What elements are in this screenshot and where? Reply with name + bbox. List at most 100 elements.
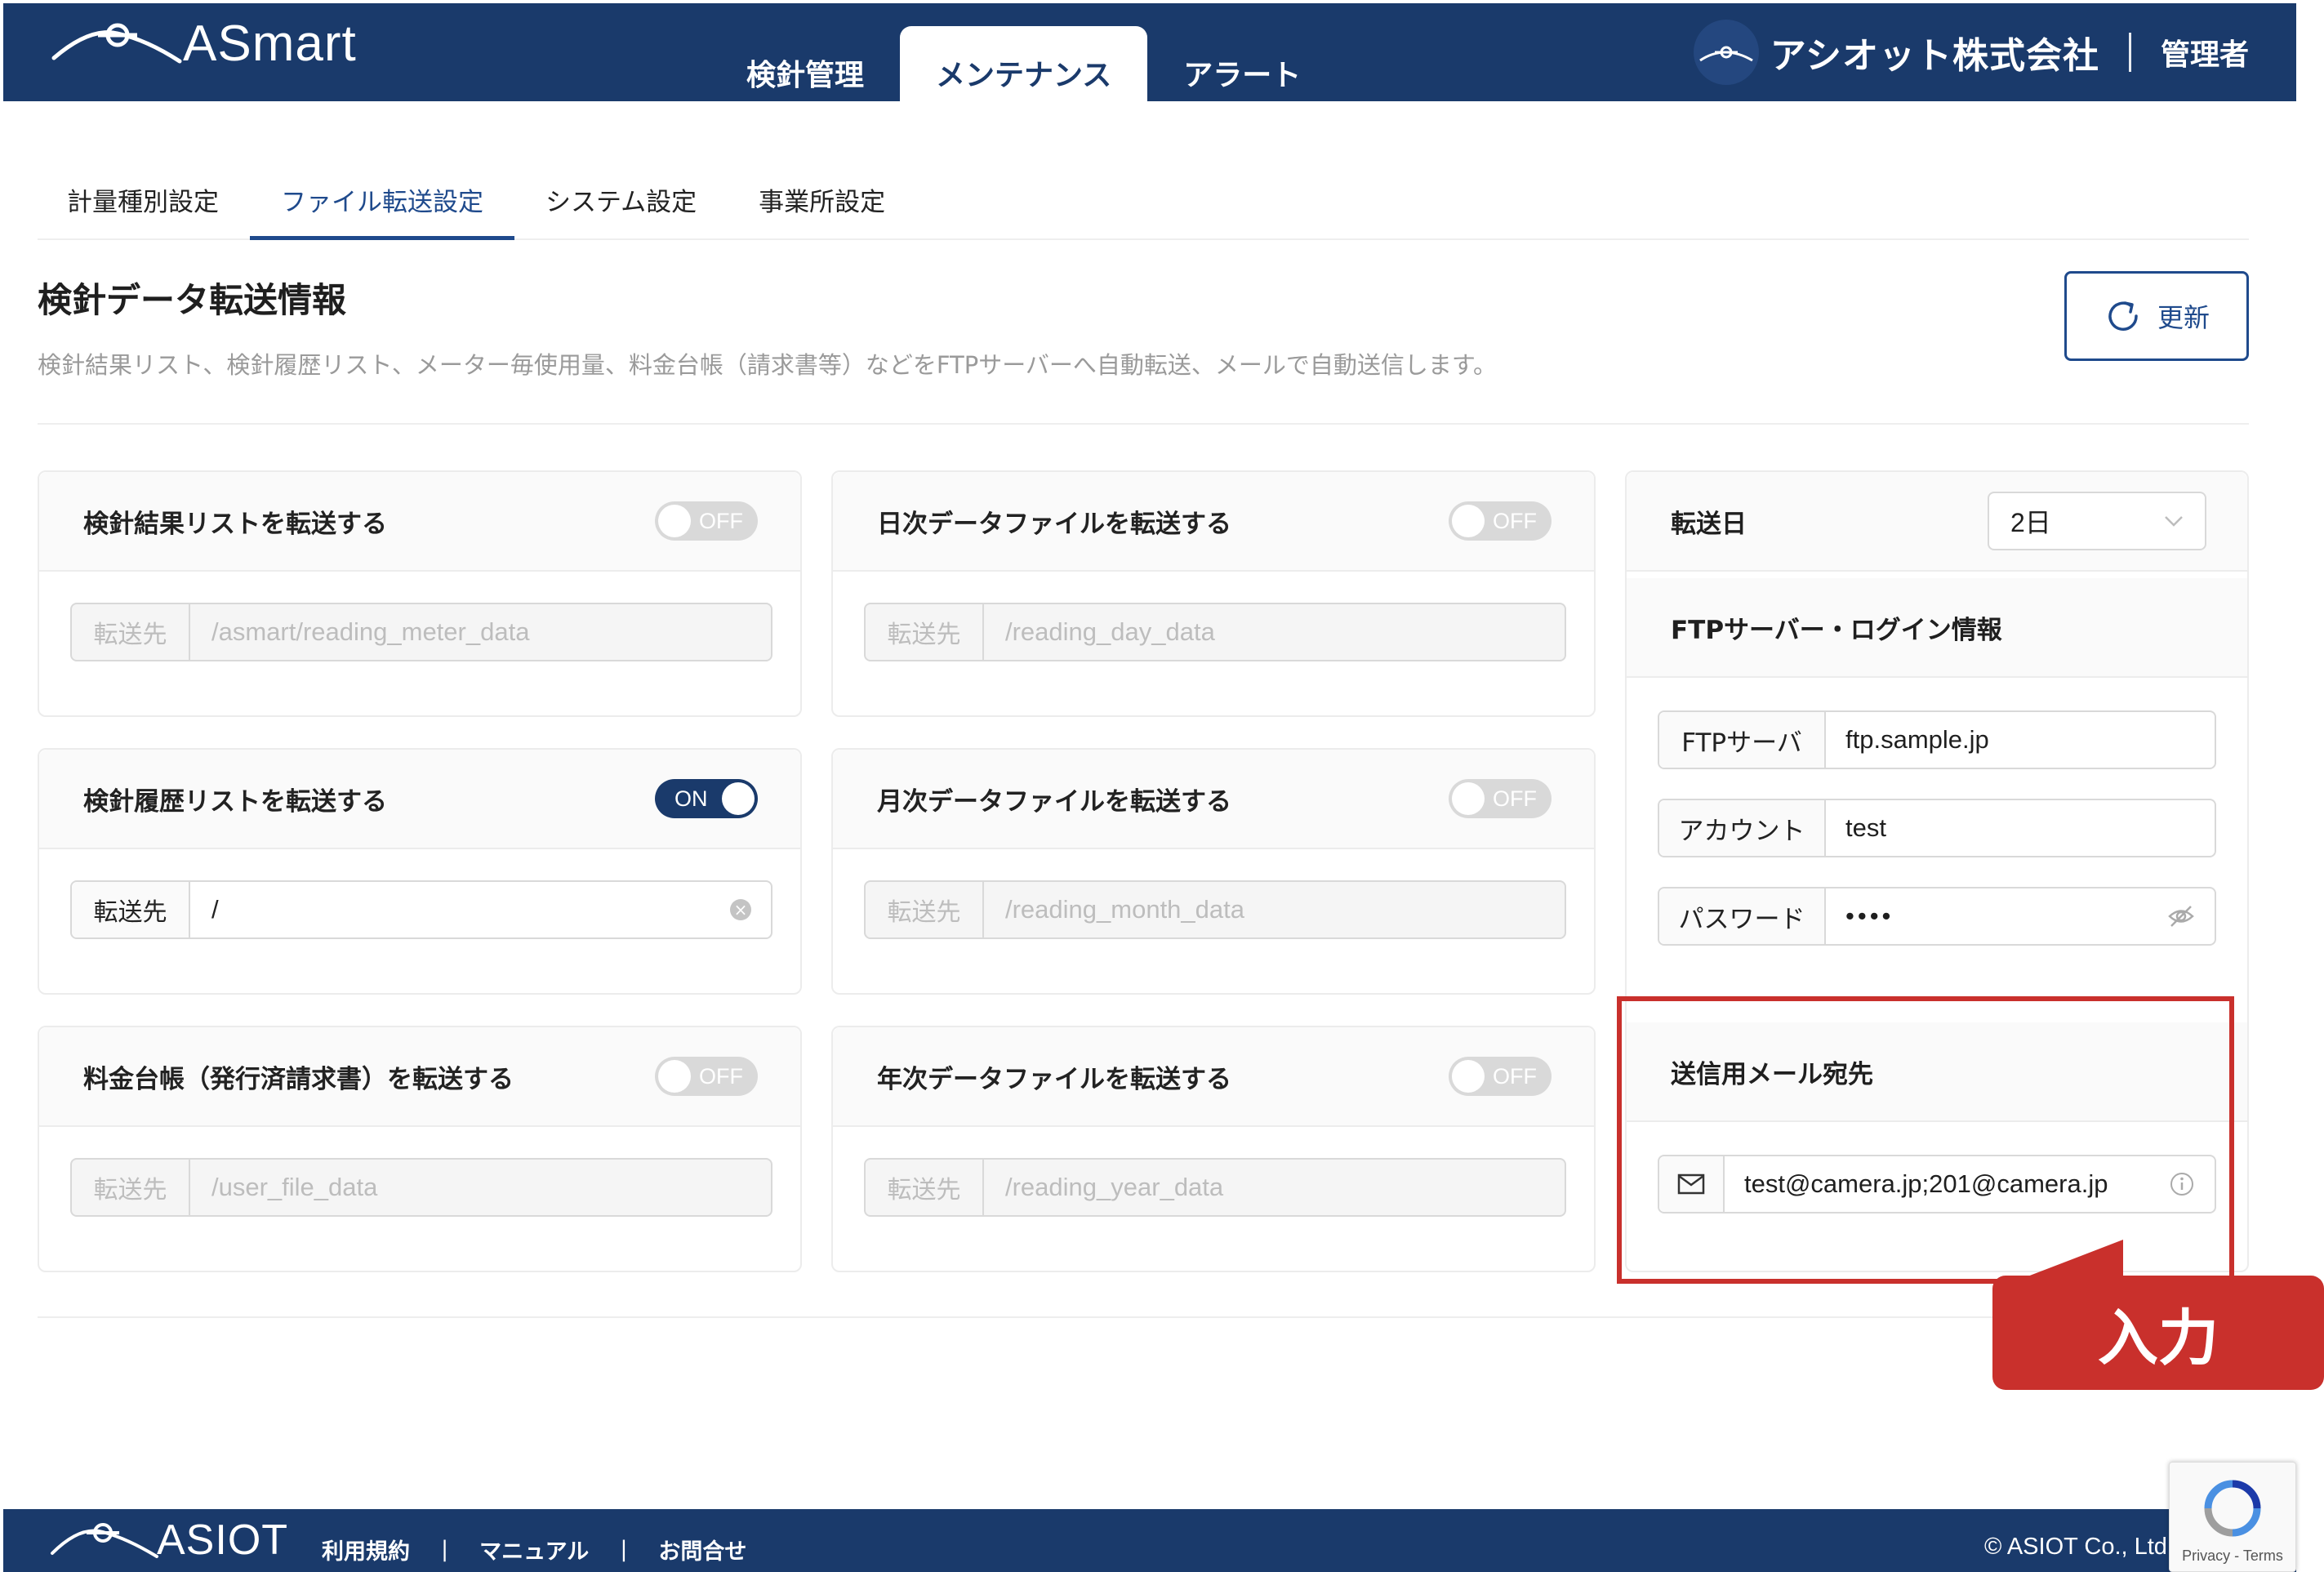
- transfer-toggle[interactable]: OFF: [655, 1057, 758, 1096]
- highlight-box: [1617, 996, 2234, 1284]
- toggle-label: ON: [674, 786, 708, 811]
- nav-tab-reading[interactable]: 検針管理: [710, 26, 900, 101]
- recaptcha-icon: [2204, 1480, 2261, 1537]
- password-field[interactable]: パスワード ••••: [1658, 887, 2216, 946]
- destination-addon: 転送先: [72, 882, 190, 937]
- destination-field[interactable]: 転送先 /reading_year_data: [864, 1158, 1566, 1217]
- card-title: 日次データファイルを転送する: [877, 509, 1231, 539]
- ftp-server-field[interactable]: FTPサーバ ftp.sample.jp: [1658, 710, 2216, 769]
- card-title: 年次データファイルを転送する: [877, 1064, 1231, 1094]
- terms-link[interactable]: 利用規約: [322, 1534, 410, 1565]
- recaptcha-terms[interactable]: Privacy - Terms: [2182, 1548, 2283, 1565]
- app-logo[interactable]: ASmart: [49, 15, 357, 73]
- destination-field[interactable]: 転送先 /asmart/reading_meter_data: [70, 603, 772, 661]
- password-value: ••••: [1845, 902, 1894, 930]
- account-addon: アカウント: [1659, 800, 1826, 856]
- destination-field[interactable]: 転送先 /user_file_data: [70, 1158, 772, 1217]
- destination-field[interactable]: 転送先 /reading_day_data: [864, 603, 1566, 661]
- transfer-toggle[interactable]: OFF: [1449, 779, 1552, 818]
- tab-file-transfer[interactable]: ファイル転送設定: [250, 162, 514, 240]
- header-divider: [2128, 33, 2131, 72]
- company-name: アシオット株式会社: [1770, 35, 2099, 77]
- account-input[interactable]: test: [1826, 800, 2215, 856]
- toggle-knob: [658, 505, 691, 537]
- main-nav: 検針管理 メンテナンス アラート: [710, 26, 1337, 101]
- footer-logo-text: ASIOT: [157, 1516, 289, 1564]
- app-header: ASmart 検針管理 メンテナンス アラート アシオット株式会社 管理者: [3, 3, 2296, 101]
- toggle-knob: [1452, 782, 1485, 815]
- destination-addon: 転送先: [72, 604, 190, 660]
- destination-value[interactable]: /reading_year_data: [984, 1160, 1565, 1215]
- transfer-toggle[interactable]: OFF: [1449, 1057, 1552, 1096]
- company-logo-icon: [1693, 20, 1759, 85]
- toggle-label: OFF: [1493, 509, 1537, 533]
- card-reading-history: 検針履歴リストを転送する ON 転送先 / ×: [38, 748, 802, 995]
- ftp-server-input[interactable]: ftp.sample.jp: [1826, 712, 2215, 768]
- destination-addon: 転送先: [866, 882, 984, 937]
- logo-text: ASmart: [183, 16, 357, 72]
- transfer-toggle[interactable]: OFF: [655, 501, 758, 541]
- user-role[interactable]: 管理者: [2161, 31, 2249, 73]
- ftp-server-addon: FTPサーバ: [1659, 712, 1826, 768]
- footer-links: 利用規約 | マニュアル | お問合せ: [322, 1534, 746, 1565]
- card-title: 検針履歴リストを転送する: [83, 786, 387, 817]
- footer-separator: |: [441, 1537, 449, 1562]
- transfer-day-select[interactable]: 2日: [1988, 492, 2206, 550]
- tab-measurement-type[interactable]: 計量種別設定: [38, 162, 250, 240]
- destination-field[interactable]: 転送先 /reading_month_data: [864, 880, 1566, 939]
- toggle-label: OFF: [699, 509, 743, 533]
- copyright: © ASIOT Co., Ltd.: [1984, 1534, 2174, 1560]
- manual-link[interactable]: マニュアル: [479, 1534, 589, 1565]
- asiot-logo-icon: [51, 1523, 158, 1558]
- recaptcha-badge[interactable]: Privacy - Terms: [2169, 1462, 2296, 1572]
- transfer-toggle[interactable]: ON: [655, 779, 758, 818]
- nav-tab-alert[interactable]: アラート: [1147, 26, 1337, 101]
- asmart-logo-icon: [51, 23, 182, 63]
- destination-value[interactable]: /user_file_data: [190, 1160, 771, 1215]
- destination-addon: 転送先: [72, 1160, 190, 1215]
- tab-system[interactable]: システム設定: [514, 162, 728, 240]
- toggle-knob: [722, 782, 755, 815]
- toggle-label: OFF: [1493, 1064, 1537, 1089]
- destination-field[interactable]: 転送先 / ×: [70, 880, 772, 939]
- transfer-day-value: 2日: [2010, 508, 2051, 537]
- settings-tabs: 計量種別設定 ファイル転送設定 システム設定 事業所設定: [38, 162, 2249, 240]
- transfer-toggle[interactable]: OFF: [1449, 501, 1552, 541]
- clear-icon[interactable]: ×: [730, 899, 751, 920]
- toggle-label: OFF: [1493, 786, 1537, 811]
- destination-value[interactable]: /asmart/reading_meter_data: [190, 604, 771, 660]
- refresh-icon: [2108, 301, 2138, 331]
- company-info: アシオット株式会社 管理者: [1693, 20, 2249, 85]
- eye-invisible-icon[interactable]: [2167, 904, 2195, 929]
- callout-pointer: [2017, 1240, 2123, 1280]
- destination-value[interactable]: /reading_day_data: [984, 604, 1565, 660]
- tab-office[interactable]: 事業所設定: [728, 162, 916, 240]
- page-title: 検針データ転送情報: [38, 280, 347, 320]
- refresh-button[interactable]: 更新: [2064, 271, 2249, 361]
- transfer-day-label: 転送日: [1671, 509, 1747, 539]
- card-title: 料金台帳（発行済請求書）を転送する: [83, 1064, 514, 1094]
- chevron-down-icon: [2165, 516, 2183, 527]
- refresh-label: 更新: [2157, 302, 2210, 333]
- ftp-section-title: FTPサーバー・ログイン情報: [1671, 615, 2002, 645]
- destination-addon: 転送先: [866, 1160, 984, 1215]
- destination-value[interactable]: /reading_month_data: [984, 882, 1565, 937]
- nav-tab-maintenance[interactable]: メンテナンス: [900, 26, 1148, 101]
- toggle-knob: [1452, 1060, 1485, 1093]
- toggle-knob: [658, 1060, 691, 1093]
- toggle-knob: [1452, 505, 1485, 537]
- password-input[interactable]: ••••: [1826, 888, 2215, 944]
- password-addon: パスワード: [1659, 888, 1826, 944]
- card-reading-result: 検針結果リストを転送する OFF 転送先 /asmart/reading_met…: [38, 470, 802, 717]
- toggle-label: OFF: [699, 1064, 743, 1089]
- app-footer: ASIOT 利用規約 | マニュアル | お問合せ © ASIOT Co., L…: [3, 1509, 2296, 1572]
- destination-value[interactable]: /: [190, 882, 730, 937]
- transfer-day-row: 転送日 2日: [1627, 472, 2247, 572]
- bottom-divider: [38, 1316, 2249, 1318]
- footer-separator: |: [620, 1537, 628, 1562]
- contact-link[interactable]: お問合せ: [658, 1534, 746, 1565]
- footer-logo: ASIOT: [47, 1516, 288, 1565]
- account-field[interactable]: アカウント test: [1658, 799, 2216, 857]
- card-title: 検針結果リストを転送する: [83, 509, 387, 539]
- card-billing-ledger: 料金台帳（発行済請求書）を転送する OFF 転送先 /user_file_dat…: [38, 1026, 802, 1272]
